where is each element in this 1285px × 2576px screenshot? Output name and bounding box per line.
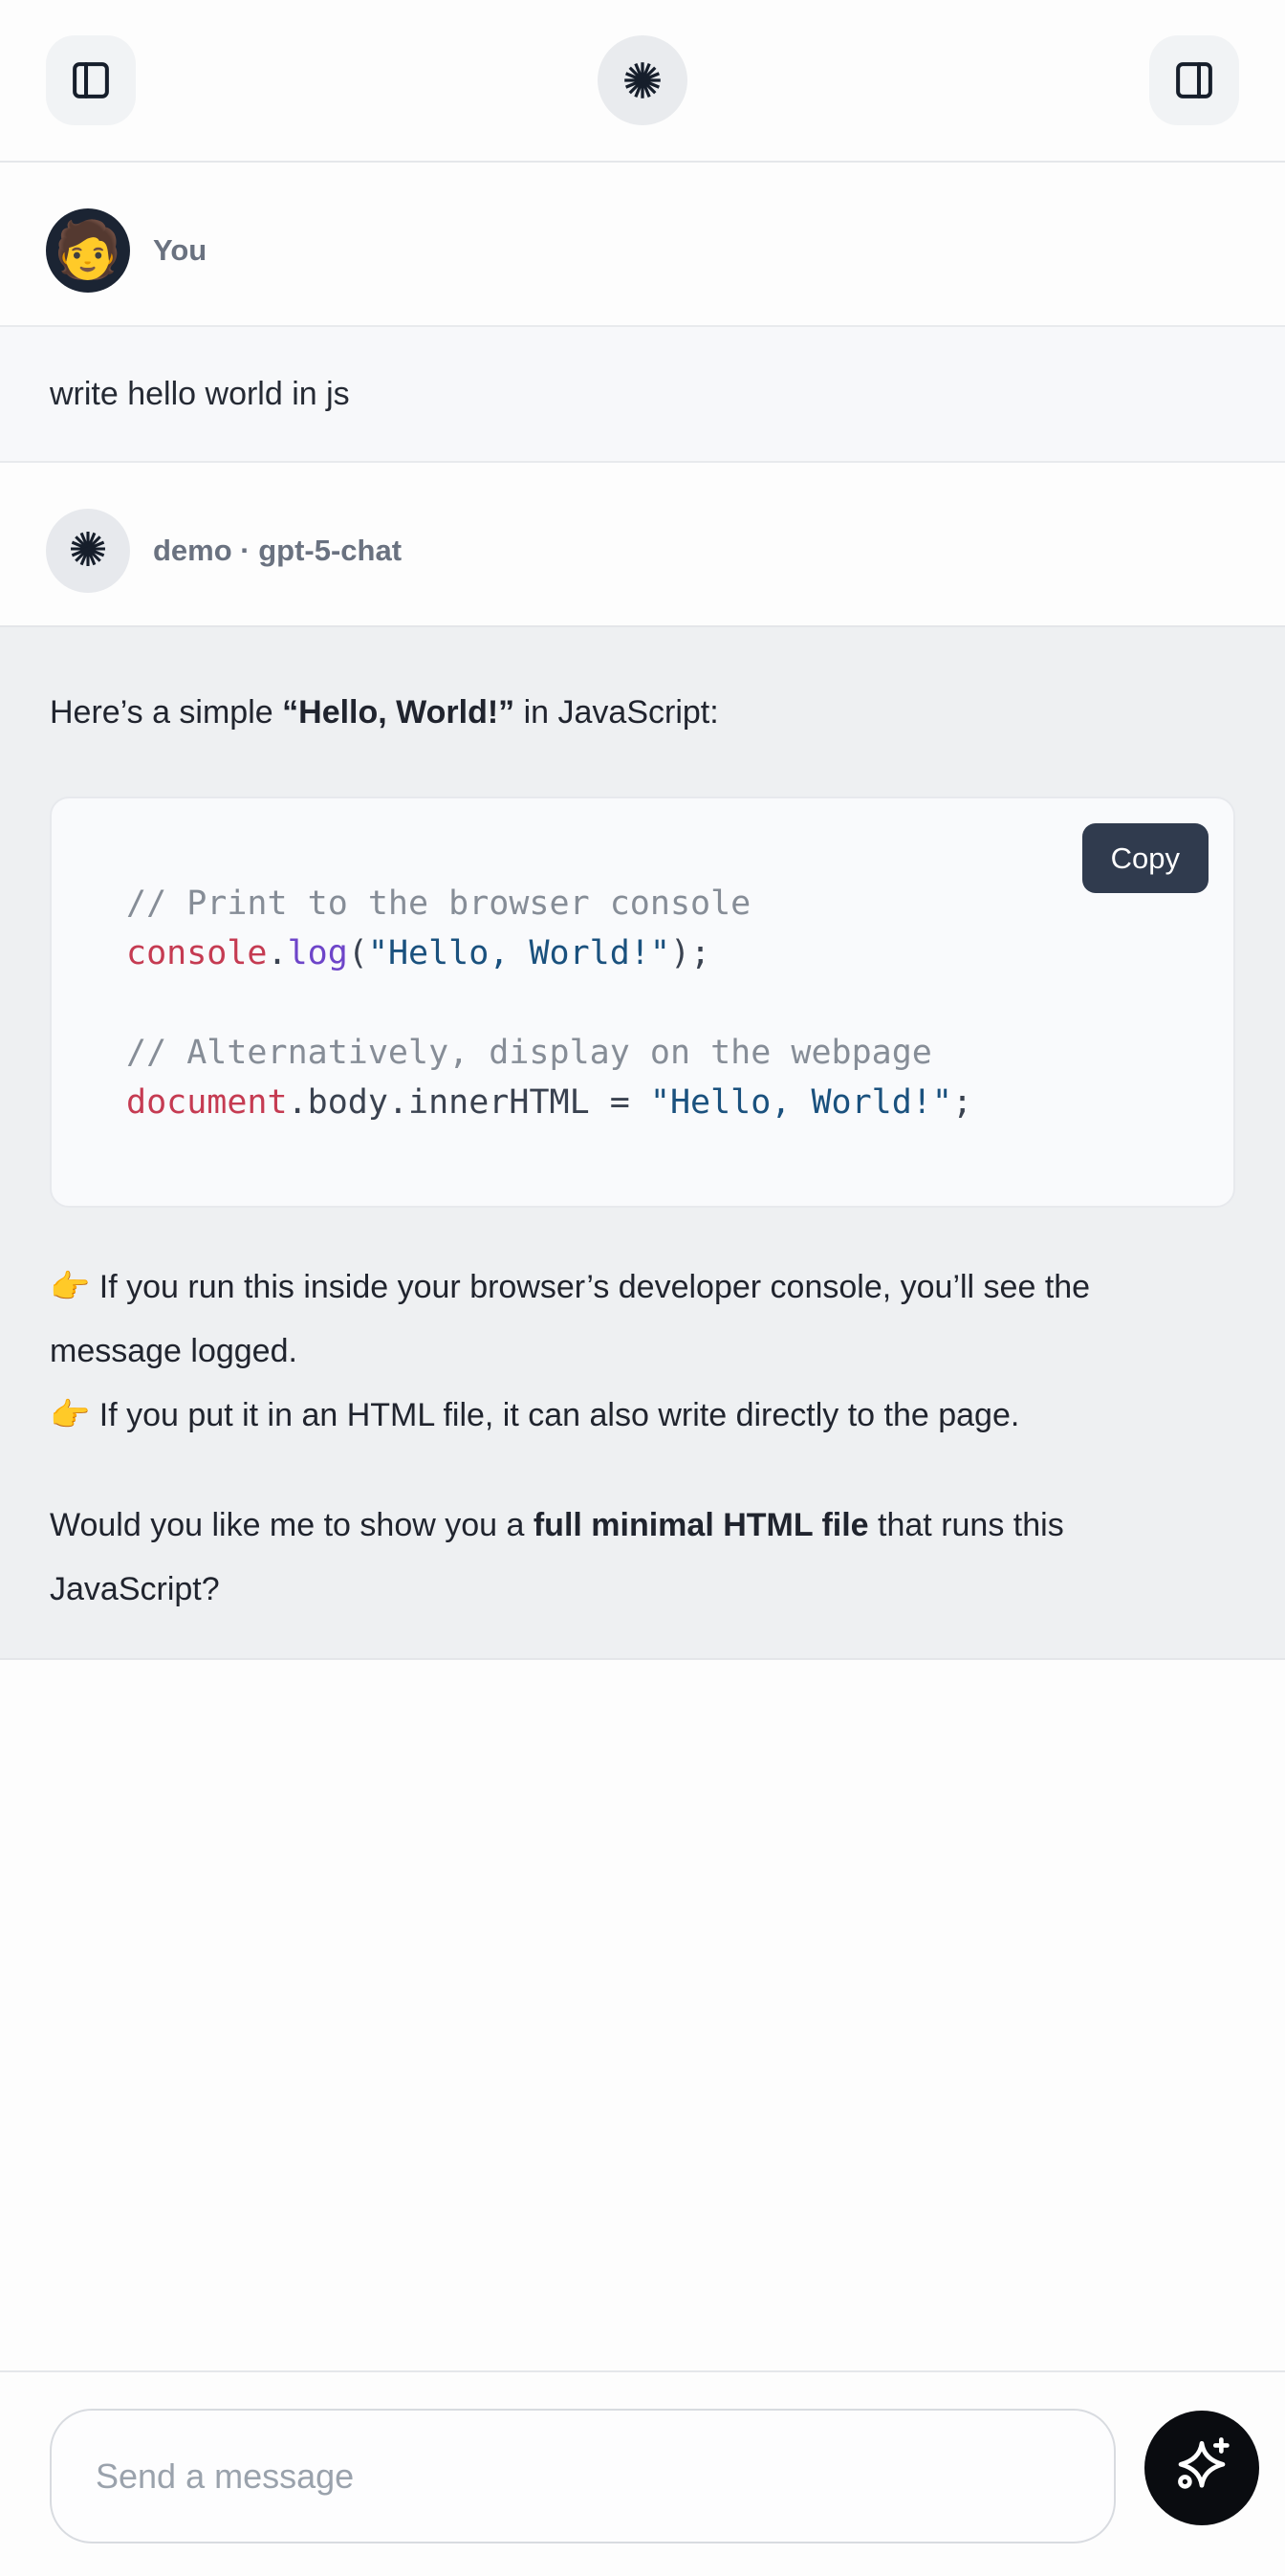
intro-suffix: in JavaScript: [514,694,719,731]
composer-bar [0,2370,1285,2576]
code-line [126,978,1195,1028]
assistant-intro: Here’s a simple “Hello, World!” in JavaS… [50,681,1092,745]
user-message: write hello world in js [0,325,1285,463]
assistant-tips: 👉 If you run this inside your browser’s … [50,1255,1235,1448]
panel-left-icon [69,58,113,102]
assistant-turn-name: demo · gpt-5-chat [153,534,402,568]
code-line: // Print to the browser console [126,879,1195,928]
model-logo-button[interactable] [598,35,687,125]
top-bar [0,0,1285,163]
chat-app: 🧑 You write hello world in js demo [0,0,1285,2576]
person-emoji: 🧑 [54,223,122,278]
tip-line: 👉 If you put it in an HTML file, it can … [50,1384,1092,1448]
right-panel-toggle-button[interactable] [1149,35,1239,125]
sidebar-toggle-button[interactable] [46,35,136,125]
starburst-icon [67,528,109,575]
code-block: Copy // Print to the browser consolecons… [50,797,1235,1208]
copy-code-button[interactable]: Copy [1082,823,1209,893]
user-message-text: write hello world in js [50,375,1235,413]
code-line: document.body.innerHTML = "Hello, World!… [126,1078,1195,1127]
assistant-closing: Would you like me to show you a full min… [50,1494,1092,1622]
assistant-turn-header: demo · gpt-5-chat [0,463,1285,625]
code-content: // Print to the browser consoleconsole.l… [126,879,1195,1127]
code-line: // Alternatively, display on the webpage [126,1028,1195,1078]
assistant-message: Here’s a simple “Hello, World!” in JavaS… [0,625,1285,1660]
user-avatar: 🧑 [46,208,130,293]
code-line: console.log("Hello, World!"); [126,928,1195,978]
send-button[interactable] [1144,2411,1259,2525]
chat-empty-space [0,1660,1285,2370]
sparkle-plus-icon [1170,2435,1233,2501]
closing-prefix: Would you like me to show you a [50,1507,534,1543]
intro-prefix: Here’s a simple [50,694,282,731]
intro-bold: “Hello, World!” [282,694,514,731]
starburst-icon [621,58,664,102]
tip-line: 👉 If you run this inside your browser’s … [50,1255,1092,1384]
assistant-avatar [46,509,130,593]
user-turn-header: 🧑 You [0,163,1285,325]
closing-bold: full minimal HTML file [534,1507,869,1543]
user-turn-name: You [153,233,207,268]
panel-right-icon [1172,58,1216,102]
message-input[interactable] [50,2409,1116,2543]
